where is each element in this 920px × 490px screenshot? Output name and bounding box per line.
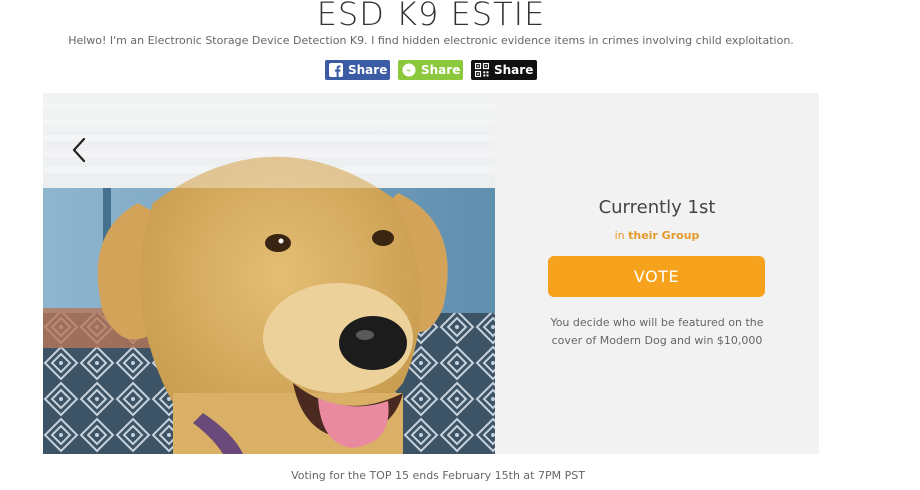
group-prefix: in xyxy=(614,229,625,242)
share-row: Share Share Share xyxy=(325,60,537,80)
entry-card: Currently 1st in their Group VOTE You de… xyxy=(43,93,819,454)
rank-text: Currently 1st xyxy=(598,197,716,218)
qr-share-label: Share xyxy=(494,63,534,77)
qr-share-button[interactable]: Share xyxy=(471,60,537,80)
group-line: in their Group xyxy=(495,229,819,242)
dog-photo xyxy=(43,93,495,454)
facebook-icon xyxy=(329,63,343,77)
group-link[interactable]: their Group xyxy=(628,229,699,242)
vote-description: You decide who will be featured on the c… xyxy=(550,316,764,347)
chevron-left-icon[interactable] xyxy=(69,135,89,165)
voting-deadline: Voting for the TOP 15 ends February 15th… xyxy=(291,469,585,482)
facebook-share-button[interactable]: Share xyxy=(325,60,390,80)
page-title: ESD K9 ESTIE xyxy=(316,0,546,33)
messenger-share-button[interactable]: Share xyxy=(398,60,463,80)
messenger-share-label: Share xyxy=(421,63,461,77)
vote-panel: Currently 1st in their Group VOTE You de… xyxy=(495,93,819,454)
facebook-share-label: Share xyxy=(348,63,388,77)
qr-code-icon xyxy=(475,63,489,77)
messenger-icon xyxy=(402,63,416,77)
vote-button[interactable]: VOTE xyxy=(548,256,765,297)
page-subtitle: Helwo! I'm an Electronic Storage Device … xyxy=(68,34,794,47)
